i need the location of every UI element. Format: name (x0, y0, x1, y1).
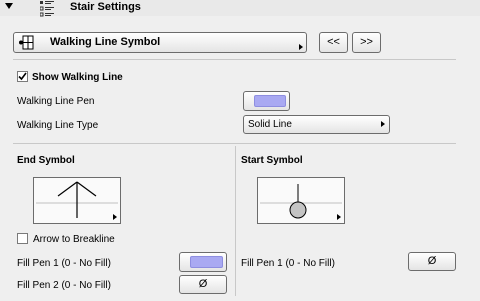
show-walking-line-label: Show Walking Line (32, 72, 123, 83)
symbol-dropdown[interactable]: Walking Line Symbol (13, 32, 307, 53)
show-walking-line-checkbox[interactable] (17, 71, 28, 82)
picker-arrow-icon (113, 214, 117, 220)
no-fill-value: Ø (427, 255, 437, 267)
line-type-value: Solid Line (248, 119, 292, 130)
arrow-to-breakline-checkbox[interactable] (17, 233, 28, 244)
dropdown-value: Walking Line Symbol (50, 36, 161, 48)
end-symbol-picker[interactable] (33, 177, 121, 224)
previous-button[interactable]: << (319, 32, 348, 53)
picker-arrow-icon (337, 214, 341, 220)
no-fill-value: Ø (198, 278, 208, 290)
end-symbol-title: End Symbol (17, 155, 75, 166)
pen-color-swatch (190, 256, 223, 268)
end-fill-pen-1-label: Fill Pen 1 (0 - No Fill) (17, 258, 111, 269)
end-fill-pen-2-label: Fill Pen 2 (0 - No Fill) (17, 280, 111, 291)
stair-settings-icon (39, 0, 54, 18)
walking-line-type-dropdown[interactable]: Solid Line (243, 115, 390, 134)
divider (13, 143, 456, 144)
divider (13, 59, 456, 60)
panel-title: Stair Settings (70, 1, 141, 13)
walking-line-pen-label: Walking Line Pen (17, 96, 95, 107)
dropdown-arrow-icon (381, 121, 385, 127)
arrow-up-symbol-icon (36, 181, 118, 218)
pen-color-swatch (254, 95, 286, 107)
end-fill-pen-2-button[interactable]: Ø (179, 275, 227, 294)
column-divider (235, 146, 236, 296)
dropdown-arrow-icon (299, 44, 303, 50)
walking-line-symbol-icon (18, 35, 34, 50)
next-button[interactable]: >> (352, 32, 381, 53)
circle-start-symbol-icon (260, 184, 342, 219)
end-fill-pen-1-button[interactable] (179, 252, 227, 272)
checkmark-icon (18, 72, 27, 81)
walking-line-type-label: Walking Line Type (17, 120, 99, 131)
arrow-to-breakline-label: Arrow to Breakline (33, 234, 115, 245)
start-symbol-title: Start Symbol (241, 155, 303, 166)
start-fill-pen-1-button[interactable]: Ø (408, 252, 456, 271)
start-symbol-picker[interactable] (257, 177, 345, 224)
walking-line-pen-button[interactable] (243, 91, 290, 111)
start-fill-pen-1-label: Fill Pen 1 (0 - No Fill) (241, 258, 335, 269)
collapse-triangle-icon[interactable] (5, 3, 13, 9)
